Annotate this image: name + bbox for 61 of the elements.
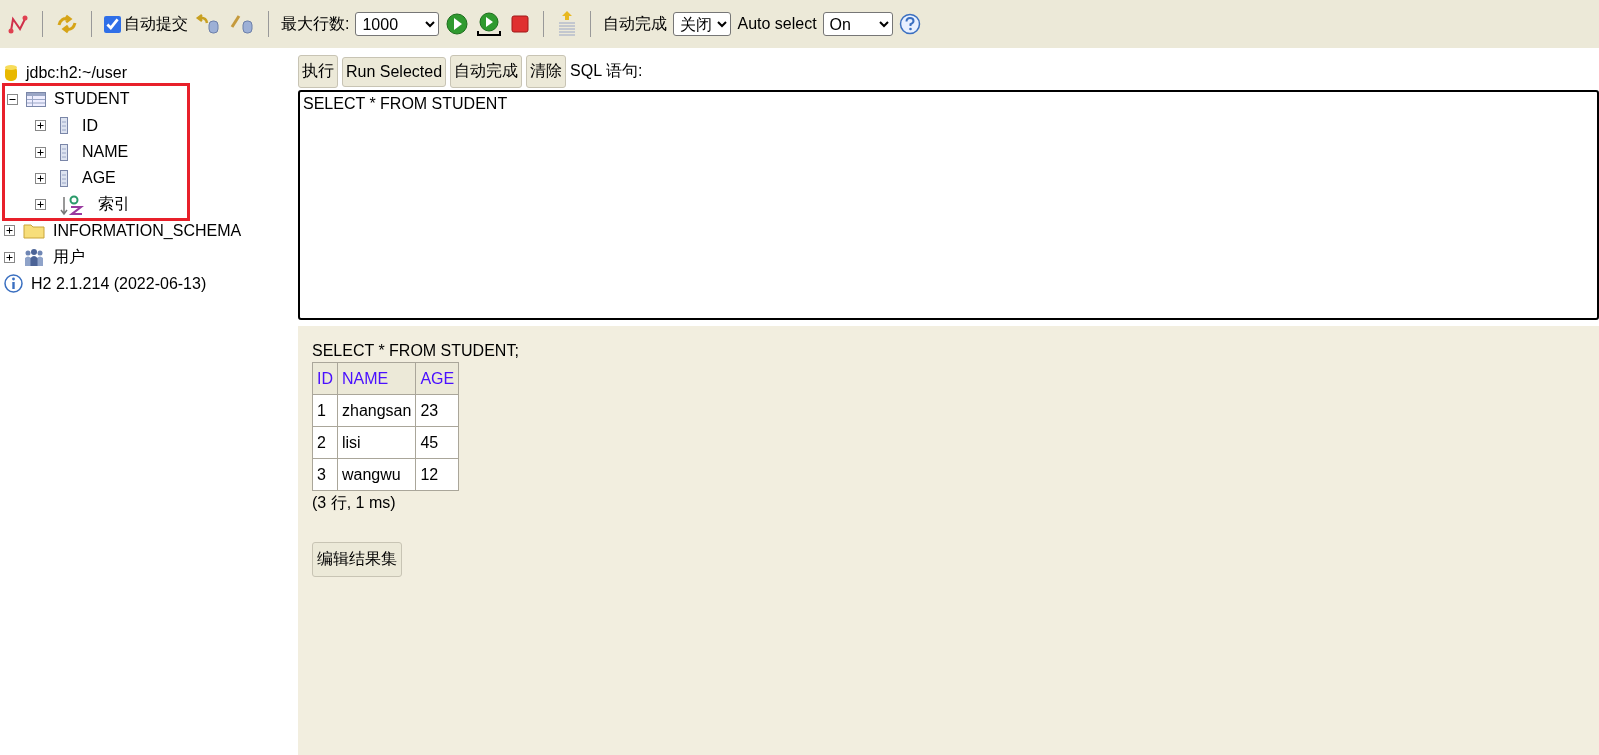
collapse-icon[interactable]	[7, 93, 18, 105]
table-cell: zhangsan	[337, 394, 416, 427]
autocommit-checkbox[interactable]	[104, 15, 121, 33]
column-icon	[60, 169, 68, 187]
query-button[interactable]: 执行	[298, 55, 338, 88]
autocomplete-label: 自动完成	[603, 13, 668, 34]
table-cell: 1	[312, 394, 338, 427]
tree-item[interactable]: H2 2.1.214 (2022-06-13)	[31, 274, 207, 293]
tree-item[interactable]: AGE	[82, 169, 116, 188]
column-header[interactable]: NAME	[337, 362, 416, 395]
expand-icon[interactable]	[4, 225, 15, 237]
expand-icon[interactable]	[4, 251, 15, 263]
table-icon	[26, 91, 46, 107]
tree-item[interactable]: INFORMATION_SCHEMA	[53, 221, 242, 240]
run-icon[interactable]	[445, 12, 470, 36]
max-rows-select[interactable]: 1000	[355, 12, 440, 36]
run-selected-icon[interactable]	[475, 11, 504, 37]
result-summary: (3 行, 1 ms)	[312, 493, 397, 513]
table-cell: 2	[312, 426, 338, 459]
commit-icon[interactable]	[228, 13, 256, 35]
table-cell: 23	[415, 394, 459, 427]
autocommit-label[interactable]: 自动提交	[124, 13, 188, 35]
tree-item[interactable]: STUDENT	[54, 90, 130, 109]
column-icon	[60, 117, 68, 135]
query-button[interactable]: 清除	[526, 55, 567, 88]
disconnect-icon[interactable]	[6, 13, 30, 35]
table-cell: 3	[312, 458, 338, 491]
query-button[interactable]: Run Selected	[342, 56, 447, 87]
result-statement: SELECT * FROM STUDENT;	[312, 342, 520, 360]
tree-item[interactable]: jdbc:h2:~/user	[26, 64, 127, 83]
autocomplete-select[interactable]: 关闭	[673, 12, 732, 36]
table-cell: wangwu	[337, 458, 416, 491]
sql-editor[interactable]: SELECT * FROM STUDENT	[298, 90, 1599, 320]
rollback-icon[interactable]	[194, 13, 222, 35]
table-cell: 12	[415, 458, 459, 491]
database-icon	[4, 64, 18, 83]
tree-item[interactable]: NAME	[82, 143, 129, 162]
table-cell: lisi	[337, 426, 416, 459]
stop-icon[interactable]	[509, 13, 532, 35]
tree-item[interactable]: 索引	[98, 194, 130, 216]
folder-icon	[23, 222, 45, 240]
info-icon	[4, 274, 23, 293]
help-icon[interactable]	[898, 13, 921, 35]
edit-result-button[interactable]: 编辑结果集	[312, 542, 402, 577]
max-rows-label: 最大行数:	[281, 13, 350, 34]
users-icon	[23, 247, 45, 267]
expand-icon[interactable]	[35, 146, 46, 158]
expand-icon[interactable]	[35, 199, 46, 211]
column-header[interactable]: ID	[312, 362, 338, 395]
tree-item[interactable]: 用户	[53, 246, 85, 268]
tree-item[interactable]: ID	[82, 116, 98, 135]
query-button[interactable]: 自动完成	[450, 55, 523, 88]
table-cell: 45	[415, 426, 459, 459]
sql-label: SQL 语句:	[570, 61, 643, 81]
expand-icon[interactable]	[35, 172, 46, 184]
auto-select-label: Auto select	[737, 15, 817, 33]
column-icon	[60, 143, 68, 161]
sort-icon	[60, 193, 84, 216]
auto-select-select[interactable]: On	[822, 12, 893, 36]
expand-icon[interactable]	[35, 120, 46, 132]
column-header[interactable]: AGE	[415, 362, 459, 395]
